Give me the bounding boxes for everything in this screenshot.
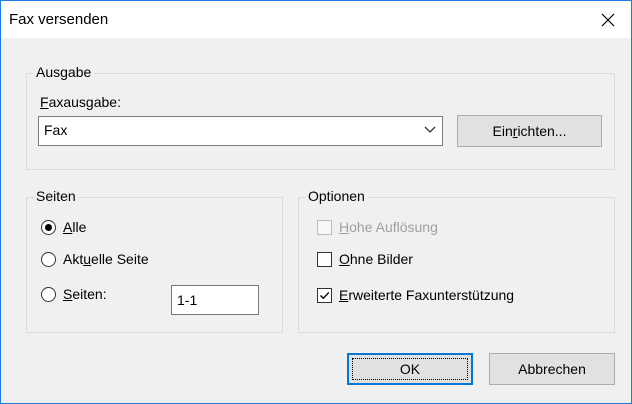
radio-seiten[interactable]: Seiten: bbox=[41, 286, 107, 302]
checkmark-icon bbox=[320, 291, 330, 299]
faxausgabe-label: Faxausgabe: bbox=[40, 94, 121, 110]
erweiterte-label: Erweiterte Faxunterstützung bbox=[339, 287, 515, 303]
check-ohne-bilder[interactable]: Ohne Bilder bbox=[317, 251, 413, 267]
faxausgabe-accel: F bbox=[40, 94, 49, 110]
optionen-group: Optionen Hohe Auflösung Ohne Bilder Erwe… bbox=[298, 188, 615, 333]
close-icon bbox=[601, 13, 615, 26]
radio-button-selected[interactable] bbox=[41, 219, 56, 235]
title-bar[interactable]: Fax versenden bbox=[1, 1, 631, 38]
seiten-legend: Seiten bbox=[33, 188, 79, 204]
page-range-input[interactable]: 1-1 bbox=[171, 285, 259, 315]
focus-rectangle bbox=[352, 358, 468, 380]
radio-aktuelle-label: Aktuelle Seite bbox=[63, 251, 149, 267]
chevron-down-icon[interactable] bbox=[424, 125, 436, 135]
radio-alle-label: Alle bbox=[63, 219, 87, 235]
faxausgabe-rest: axausgabe: bbox=[48, 94, 121, 110]
ok-button[interactable]: OK bbox=[347, 353, 473, 385]
page-range-value: 1-1 bbox=[177, 292, 198, 308]
cancel-button[interactable]: Abbrechen bbox=[489, 353, 615, 385]
radio-seiten-label: Seiten: bbox=[63, 286, 107, 302]
setup-button-label: Einrichten... bbox=[492, 123, 567, 139]
close-button[interactable] bbox=[585, 1, 631, 38]
checkbox[interactable] bbox=[317, 251, 332, 267]
seiten-group: Seiten Alle Aktuelle Seite Seiten: 1-1 bbox=[26, 188, 283, 333]
radio-alle[interactable]: Alle bbox=[41, 219, 86, 235]
window-title: Fax versenden bbox=[9, 11, 109, 28]
radio-button[interactable] bbox=[41, 251, 56, 267]
checkbox-disabled[interactable] bbox=[317, 219, 332, 235]
ohne-bilder-label: Ohne Bilder bbox=[339, 251, 413, 267]
checkbox-checked[interactable] bbox=[317, 287, 332, 303]
radio-aktuelle-seite[interactable]: Aktuelle Seite bbox=[41, 251, 149, 267]
faxausgabe-combobox[interactable]: Fax bbox=[38, 116, 443, 146]
check-hohe-aufloesung[interactable]: Hohe Auflösung bbox=[317, 219, 438, 235]
faxausgabe-value: Fax bbox=[44, 122, 68, 138]
check-erweiterte-faxunterstuetzung[interactable]: Erweiterte Faxunterstützung bbox=[317, 287, 514, 303]
fax-dialog-window: Fax versenden Ausgabe Faxausgabe: Fax Ei… bbox=[0, 0, 632, 404]
radio-button[interactable] bbox=[41, 286, 56, 302]
hohe-aufloesung-label: Hohe Auflösung bbox=[339, 219, 438, 235]
ausgabe-group: Ausgabe Faxausgabe: Fax Einrichten... bbox=[26, 64, 615, 170]
optionen-legend: Optionen bbox=[305, 188, 368, 204]
ausgabe-legend: Ausgabe bbox=[33, 64, 95, 80]
cancel-button-label: Abbrechen bbox=[518, 361, 586, 377]
setup-button[interactable]: Einrichten... bbox=[457, 115, 602, 147]
